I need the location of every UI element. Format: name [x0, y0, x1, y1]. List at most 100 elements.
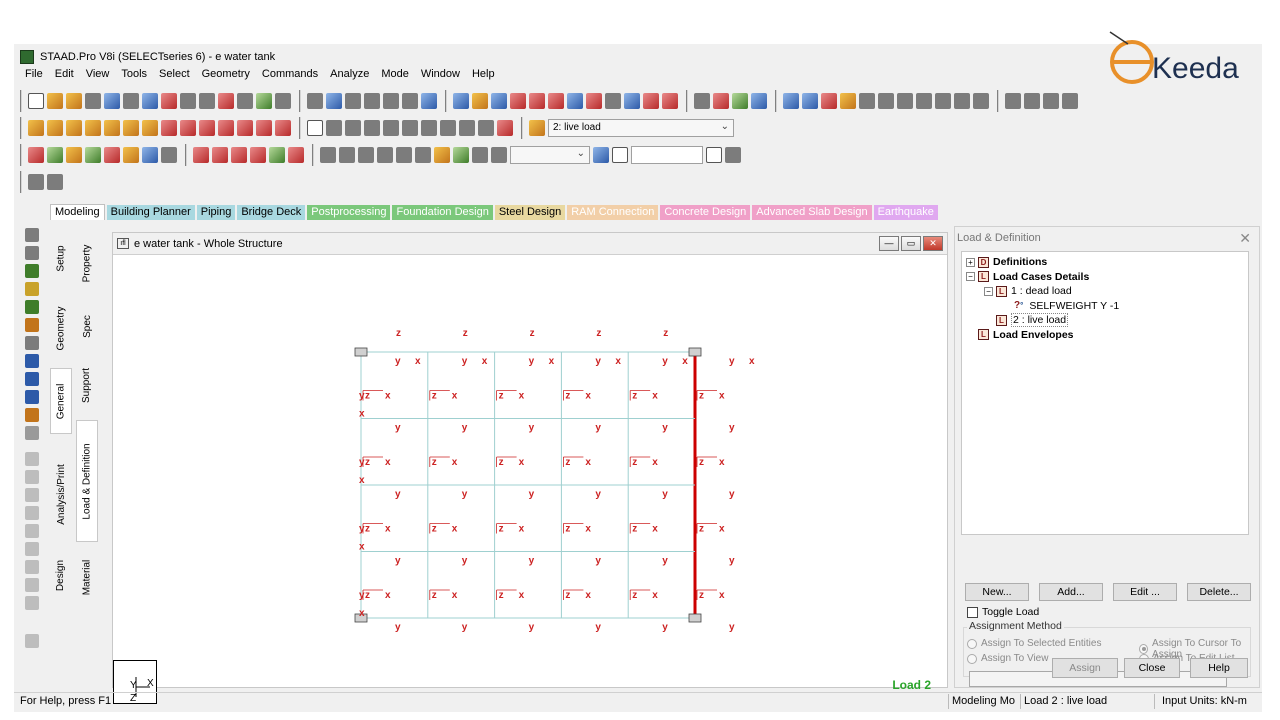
annotate-icon[interactable] [643, 92, 659, 109]
zoom-previous-icon[interactable] [421, 119, 437, 136]
report-icon[interactable] [383, 92, 399, 109]
tree-node-envelopes[interactable]: L Load Envelopes [962, 328, 1248, 343]
measure-icon[interactable] [472, 92, 488, 109]
menu-view[interactable]: View [86, 68, 110, 86]
node-dimension-icon[interactable] [529, 92, 545, 109]
table-grid-icon[interactable] [269, 146, 285, 163]
tab-building-planner[interactable]: Building Planner [106, 205, 195, 220]
tab-piping[interactable]: Piping [196, 205, 236, 220]
zoom-extents-icon[interactable] [440, 119, 456, 136]
load-case-dropdown[interactable]: 2: live load ⌄ [548, 118, 734, 137]
select-icon[interactable] [25, 246, 39, 260]
tab-earthquake[interactable]: Earthquake [873, 205, 938, 220]
close-panel-button[interactable]: Close [1124, 658, 1180, 678]
frame-select-icon[interactable] [25, 354, 39, 368]
ruler-icon[interactable] [954, 92, 970, 109]
blank-dropdown[interactable]: ⌄ [510, 145, 590, 164]
result-3-icon[interactable] [358, 146, 374, 163]
hammer-icon[interactable] [275, 92, 291, 109]
plate-icon[interactable] [802, 92, 818, 109]
save-view-icon[interactable] [1005, 92, 1021, 109]
result-8-icon[interactable] [453, 146, 469, 163]
view-select-icon[interactable] [25, 372, 39, 386]
menu-geometry[interactable]: Geometry [202, 68, 250, 86]
help-button[interactable]: Help [1190, 658, 1248, 678]
edit-table-icon[interactable] [935, 92, 951, 109]
radio-assign-selected[interactable]: Assign To Selected Entities [967, 638, 1101, 649]
surfaces-cursor-icon[interactable] [85, 146, 101, 163]
tree-node-case-1[interactable]: − L 1 : dead load [962, 284, 1248, 299]
mirror-icon[interactable] [25, 470, 39, 484]
toggle-load-checkbox[interactable]: Toggle Load [967, 606, 1039, 618]
tab-advanced-slab-design[interactable]: Advanced Slab Design [752, 205, 872, 220]
table-icon[interactable] [491, 92, 507, 109]
help-box-icon[interactable] [612, 146, 628, 163]
magnify-icon[interactable] [478, 119, 494, 136]
member-dimension-icon[interactable] [548, 92, 564, 109]
spin-down-icon[interactable] [218, 119, 234, 136]
merge-icon[interactable] [25, 506, 39, 520]
menu-tools[interactable]: Tools [121, 68, 147, 86]
print-icon[interactable] [307, 92, 323, 109]
arrow-annotate-icon[interactable] [662, 92, 678, 109]
tree-node-selfweight[interactable]: ?° SELFWEIGHT Y -1 [962, 299, 1248, 314]
radio-dot[interactable] [967, 638, 977, 649]
open-folder-icon[interactable] [47, 92, 63, 109]
open-structure-icon[interactable] [66, 92, 82, 109]
tab-steel-design[interactable]: Steel Design [494, 205, 566, 220]
spin-icon[interactable] [706, 146, 722, 163]
display-icon[interactable] [307, 119, 323, 136]
cross-icon[interactable] [605, 92, 621, 109]
printer-setup-icon[interactable] [402, 92, 418, 109]
result-10-icon[interactable] [491, 146, 507, 163]
tab-modeling[interactable]: Modeling [50, 204, 105, 220]
menu-file[interactable]: File [25, 68, 43, 86]
beam-labels-icon[interactable] [212, 146, 228, 163]
sidetab-general[interactable]: General [50, 368, 72, 434]
section-icon[interactable] [878, 92, 894, 109]
renumber-icon[interactable] [25, 542, 39, 556]
menu-select[interactable]: Select [159, 68, 190, 86]
copy-icon[interactable] [104, 92, 120, 109]
maximize-button[interactable]: ▭ [901, 236, 921, 251]
menu-help[interactable]: Help [472, 68, 495, 86]
tab-bridge-deck[interactable]: Bridge Deck [237, 205, 306, 220]
rotate-1-icon[interactable] [28, 119, 44, 136]
split-icon[interactable] [25, 488, 39, 502]
menu-mode[interactable]: Mode [381, 68, 409, 86]
zoom-fit-icon[interactable] [459, 119, 475, 136]
link-icon[interactable] [821, 92, 837, 109]
download-icon[interactable] [725, 146, 741, 163]
menu-edit[interactable]: Edit [55, 68, 74, 86]
t-section-icon[interactable] [916, 92, 932, 109]
stack-icon[interactable] [25, 560, 39, 574]
assign-button[interactable]: Assign [1052, 658, 1118, 678]
sidetab-spec[interactable]: Spec [76, 302, 98, 350]
rotate-6-icon[interactable] [123, 119, 139, 136]
hash-icon[interactable] [231, 146, 247, 163]
dimension-icon[interactable] [510, 92, 526, 109]
undo-icon[interactable] [180, 92, 196, 109]
geometry-cursor-icon[interactable] [123, 146, 139, 163]
radio-assign-view[interactable]: Assign To View [967, 653, 1048, 664]
node-labels-icon[interactable] [193, 146, 209, 163]
paste-icon[interactable] [142, 92, 158, 109]
channel-icon[interactable] [973, 92, 989, 109]
gap-icon[interactable] [250, 146, 266, 163]
close-icon[interactable]: ✕ [1239, 230, 1251, 247]
line-select-icon[interactable] [25, 336, 39, 350]
plus-icon[interactable] [25, 408, 39, 422]
result-1-icon[interactable] [320, 146, 336, 163]
minimize-button[interactable]: — [879, 236, 899, 251]
geometry-select-icon[interactable] [25, 390, 39, 404]
zoom-out-icon[interactable] [364, 119, 380, 136]
layers-icon[interactable] [25, 578, 39, 592]
window-tile-icon[interactable] [1062, 92, 1078, 109]
sidetab-property[interactable]: Property [76, 228, 98, 298]
window-list-icon[interactable] [1024, 92, 1040, 109]
sidetab-load-definition[interactable]: Load & Definition [76, 420, 98, 542]
zoom-in-icon[interactable] [345, 119, 361, 136]
plates-cursor-icon[interactable] [66, 146, 82, 163]
plate-select-icon[interactable] [25, 300, 39, 314]
zoom-dynamic-icon[interactable] [402, 119, 418, 136]
